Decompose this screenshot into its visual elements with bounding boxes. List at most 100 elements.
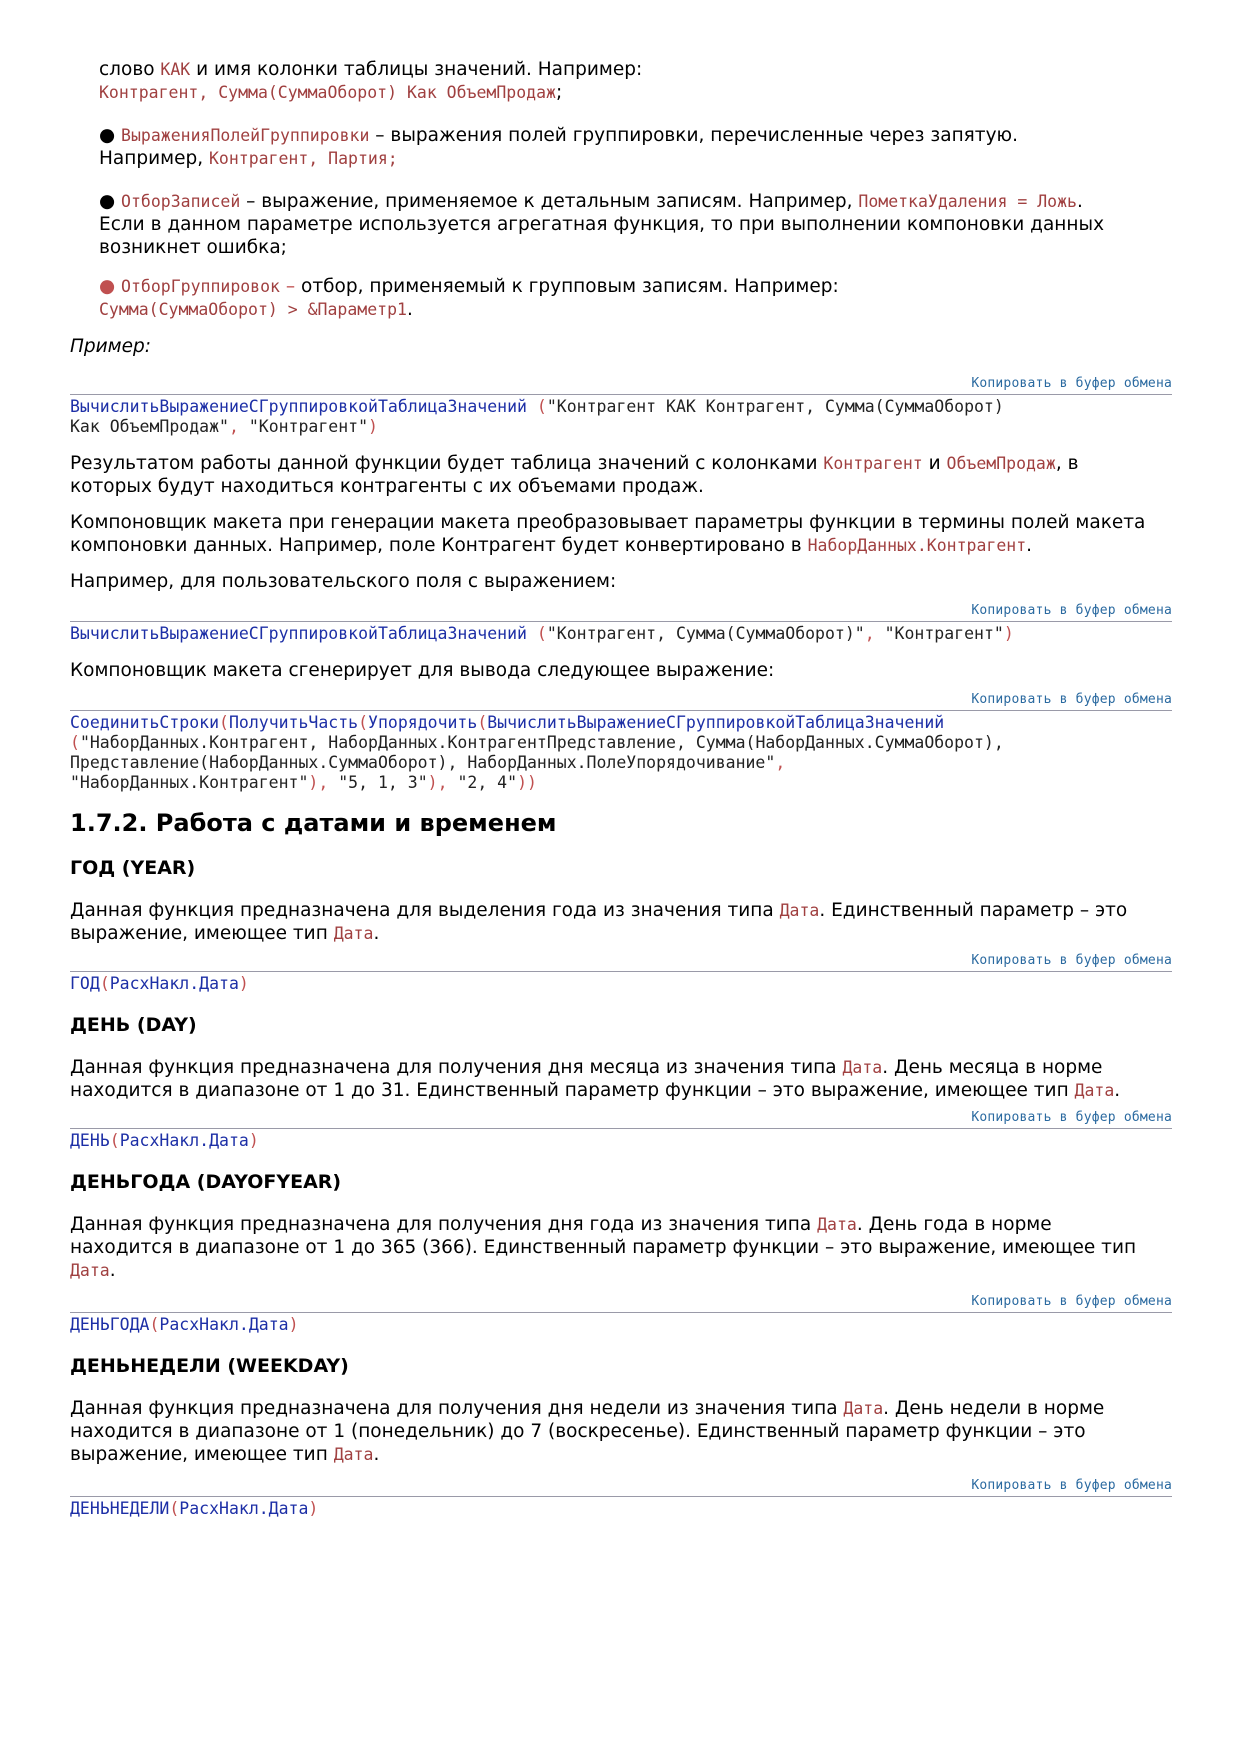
- text: . Единственный параметр – это: [819, 900, 1128, 921]
- text: – выражения полей группировки, перечисле…: [369, 125, 1018, 146]
- inline-code: Контрагент, Партия;: [208, 149, 398, 168]
- inline-code: Дата: [333, 1445, 374, 1464]
- code-header: Копировать в буфер обмена: [70, 376, 1172, 395]
- copy-to-clipboard-link[interactable]: Копировать в буфер обмена: [971, 953, 1172, 968]
- code-function: ДЕНЬГОДА: [70, 1315, 150, 1334]
- code-block: ВычислитьВыражениеСГруппировкойТаблицаЗн…: [70, 397, 1172, 437]
- code-punct: (: [99, 974, 110, 993]
- text: . День года в норме: [856, 1214, 1052, 1235]
- document-content: слово КАК и имя колонки таблицы значений…: [70, 58, 1172, 1519]
- copy-to-clipboard-link[interactable]: Копировать в буфер обмена: [971, 603, 1172, 618]
- code-header: Копировать в буфер обмена: [70, 953, 1172, 972]
- text: –: [280, 276, 296, 297]
- code-function: ДЕНЬНЕДЕЛИ: [70, 1499, 170, 1518]
- text: Результатом работы данной функции будет …: [70, 453, 824, 474]
- text: Если в данном параметре используется агр…: [99, 214, 1105, 235]
- copy-to-clipboard-link[interactable]: Копировать в буфер обмена: [971, 1110, 1172, 1125]
- code-function: ПолучитьЧасть: [228, 713, 359, 732]
- code-block: ДЕНЬНЕДЕЛИ(РасхНакл.Дата): [70, 1499, 1172, 1519]
- code-header: Копировать в буфер обмена: [70, 1294, 1172, 1313]
- inline-code: ОбъемПродаж: [946, 454, 1056, 473]
- param-name: ОтборЗаписей: [121, 192, 241, 211]
- text: которых будут находиться контрагенты с и…: [70, 476, 704, 497]
- code-punct: (: [358, 713, 369, 732]
- custom-field-paragraph: Например, для пользовательского поля с в…: [70, 571, 617, 592]
- intro-code-line: Контрагент, Сумма(СуммаОборот) Как Объем…: [70, 81, 1172, 104]
- bullet-icon: ●: [99, 125, 116, 146]
- code-function: СоединитьСтроки: [70, 713, 220, 732]
- code-punct: ,: [775, 753, 786, 772]
- text: находится в диапазоне от 1 до 365 (366).…: [70, 1237, 1137, 1258]
- text: слово: [99, 59, 161, 80]
- text: .: [373, 1444, 380, 1465]
- function-heading-dayofyear: ДЕНЬГОДА (DAYOFYEAR): [70, 1171, 342, 1193]
- code-arg: РасхНакл.Дата: [119, 1131, 249, 1150]
- text: . День месяца в норме: [882, 1057, 1103, 1078]
- text: . День недели в норме: [883, 1398, 1105, 1419]
- text: Данная функция предназначена для выделен…: [70, 900, 780, 921]
- copy-to-clipboard-link[interactable]: Копировать в буфер обмена: [971, 1478, 1172, 1493]
- code-string: "2, 4": [447, 773, 518, 792]
- function-description: Данная функция предназначена для получен…: [70, 1397, 1172, 1466]
- text: – выражение, применяемое к детальным зап…: [240, 191, 859, 212]
- text: находится в диапазоне от 1 (понедельник)…: [70, 1421, 1086, 1442]
- code-block: ВычислитьВыражениеСГруппировкойТаблицаЗн…: [70, 624, 1172, 644]
- function-heading-weekday: ДЕНЬНЕДЕЛИ (WEEKDAY): [70, 1355, 349, 1377]
- text: .: [1114, 1080, 1121, 1101]
- copy-to-clipboard-link[interactable]: Копировать в буфер обмена: [971, 1294, 1172, 1309]
- code-function: ДЕНЬ: [70, 1131, 110, 1150]
- param-name: ОтборГруппировок: [121, 277, 280, 296]
- code-punct: ): [288, 1315, 299, 1334]
- text: ;: [555, 82, 563, 103]
- function-description: Данная функция предназначена для получен…: [70, 1056, 1172, 1102]
- text: выражение, имеющее тип: [70, 923, 334, 944]
- code-arg: РасхНакл.Дата: [109, 974, 239, 993]
- code-punct: ): [308, 1499, 319, 1518]
- text: Данная функция предназначена для получен…: [70, 1057, 843, 1078]
- section-title: 1.7.2. Работа с датами и временем: [70, 809, 557, 837]
- keyword: КАК: [160, 60, 191, 79]
- code-punct: ),: [308, 773, 329, 792]
- code-punct: (: [169, 1499, 180, 1518]
- generate-paragraph: Компоновщик макета сгенерирует для вывод…: [70, 660, 775, 681]
- text: , в: [1055, 453, 1079, 474]
- inline-code: Дата: [70, 1261, 110, 1280]
- code-punct: )): [517, 773, 537, 792]
- code-block: ГОД(РасхНакл.Дата): [70, 974, 1172, 994]
- param-name: ВыраженияПолейГруппировки: [121, 126, 370, 145]
- inline-code: Сумма(СуммаОборот) > &Параметр1: [99, 300, 407, 319]
- result-paragraph: Результатом работы данной функции будет …: [70, 452, 1172, 498]
- bullet-record-filter: ● ОтборЗаписей – выражение, применяемое …: [70, 190, 1172, 259]
- bullet-group-filter: ● ОтборГруппировок – отбор, применяемый …: [70, 275, 1172, 321]
- document-page: слово КАК и имя колонки таблицы значений…: [0, 0, 1240, 1754]
- code-punct: (: [526, 624, 547, 643]
- code-punct: (: [526, 397, 547, 416]
- code-punct: ): [248, 1131, 259, 1150]
- function-heading-year: ГОД (YEAR): [70, 857, 196, 879]
- code-string: "НаборДанных.Контрагент, НаборДанных.Кон…: [79, 733, 1004, 752]
- text: .: [1076, 191, 1083, 212]
- code-string: "НаборДанных.Контрагент": [70, 773, 309, 792]
- code-string: Как ОбъемПродаж": [70, 417, 229, 436]
- code-function: ГОД: [70, 974, 100, 993]
- inline-code: Дата: [1074, 1081, 1115, 1100]
- text: Данная функция предназначена для получен…: [70, 1214, 818, 1235]
- inline-code: НаборДанных.Контрагент: [807, 536, 1027, 555]
- text: и имя колонки таблицы значений. Например…: [190, 59, 643, 80]
- text: отбор, применяемый к групповым записям. …: [295, 276, 839, 297]
- code-string: "Контрагент, Сумма(СуммаОборот)": [546, 624, 865, 643]
- code-function: Упорядочить: [368, 713, 478, 732]
- code-block: ДЕНЬГОДА(РасхНакл.Дата): [70, 1315, 1172, 1335]
- copy-to-clipboard-link[interactable]: Копировать в буфер обмена: [971, 692, 1172, 707]
- code-header: Копировать в буфер обмена: [70, 692, 1172, 711]
- code-string: "Контрагент": [874, 624, 1004, 643]
- text: .: [109, 1260, 116, 1281]
- function-heading-day: ДЕНЬ (DAY): [70, 1014, 197, 1036]
- text: и: [922, 453, 947, 474]
- code-punct: ,: [864, 624, 875, 643]
- code-punct: (: [477, 713, 488, 732]
- code-punct: ),: [427, 773, 448, 792]
- function-description: Данная функция предназначена для выделен…: [70, 899, 1172, 945]
- text: .: [406, 299, 413, 320]
- copy-to-clipboard-link[interactable]: Копировать в буфер обмена: [971, 376, 1172, 391]
